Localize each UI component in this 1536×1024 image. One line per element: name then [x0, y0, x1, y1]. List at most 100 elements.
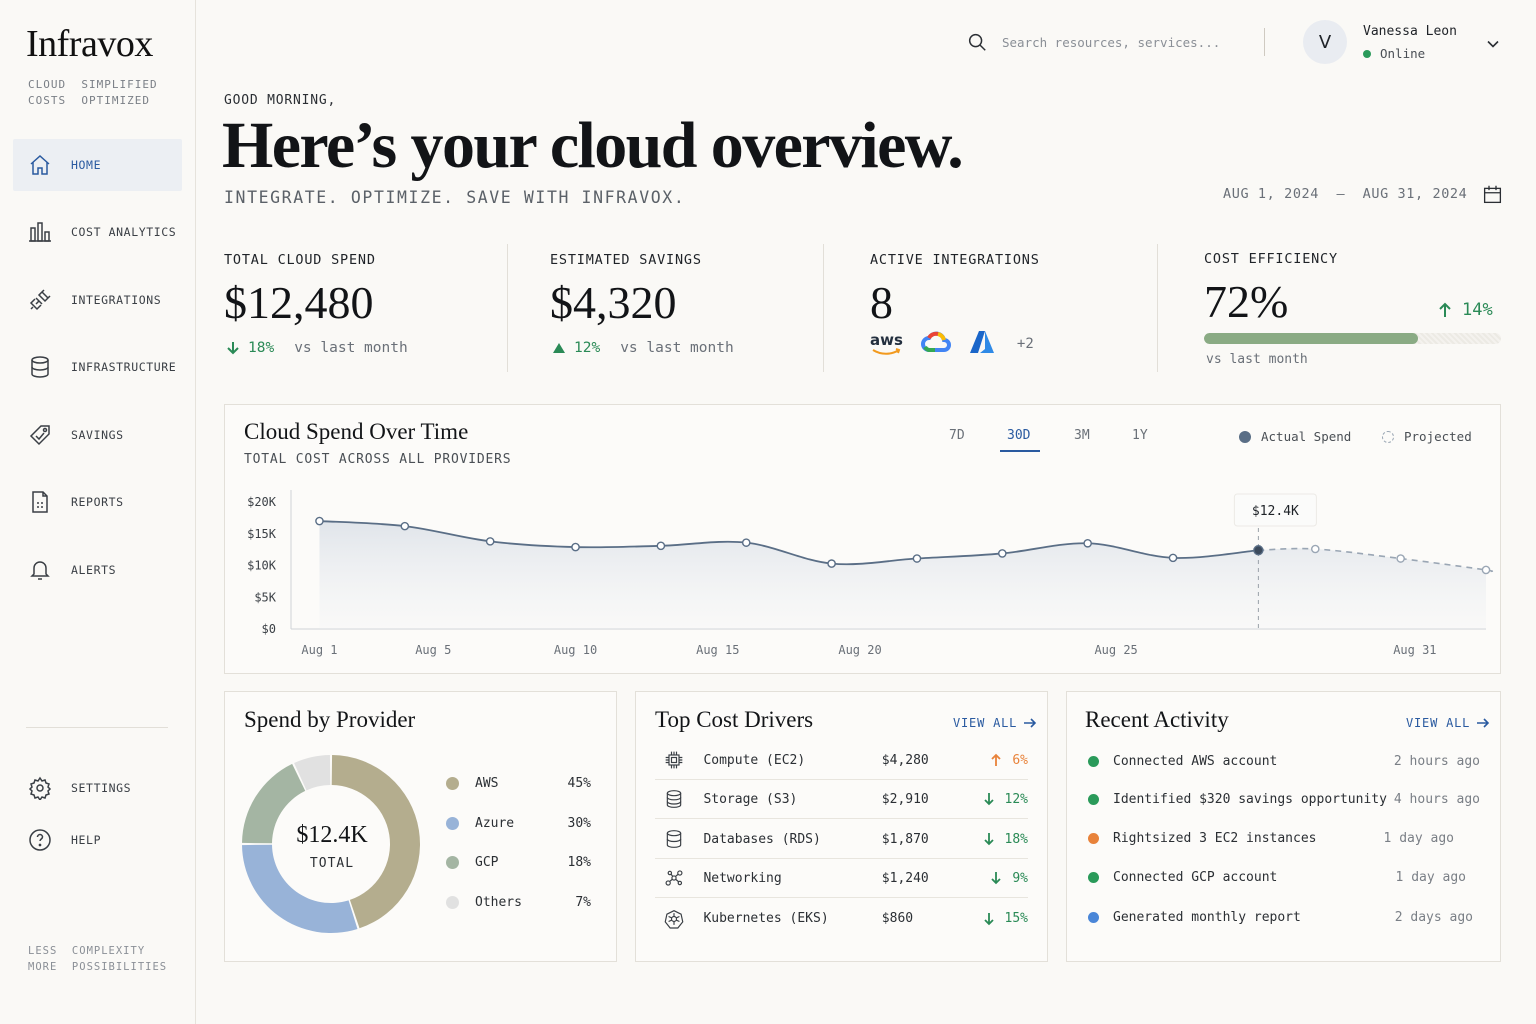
efficiency-progress-fill [1204, 333, 1418, 344]
azure-logo-icon[interactable] [969, 330, 995, 358]
y-tick-label: $10K [247, 559, 277, 573]
view-all-label: VIEW ALL [953, 716, 1018, 730]
search-input[interactable] [1002, 30, 1242, 54]
range-tab-1y[interactable]: 1Y [1132, 428, 1148, 443]
provider-legend-others[interactable]: Others 7% [446, 895, 591, 910]
online-status-dot [1363, 49, 1371, 58]
actual-spend-point [315, 516, 324, 526]
database-icon [27, 354, 53, 380]
kpi-label: ESTIMATED SAVINGS [550, 252, 702, 268]
range-tab-30d[interactable]: 30D [1007, 428, 1030, 443]
cost-driver-delta: 15% [968, 911, 1028, 926]
calendar-icon[interactable] [1482, 184, 1503, 209]
kpi-value: 72% [1204, 276, 1289, 327]
user-name[interactable]: Vanessa Leon [1363, 24, 1457, 39]
legend-actual-spend[interactable]: Actual Spend [1239, 429, 1351, 444]
provider-swatch [446, 896, 459, 909]
provider-legend-aws[interactable]: AWS 45% [446, 776, 591, 791]
cost-driver-cost: $4,280 [881, 752, 929, 768]
range-tab-7d[interactable]: 7D [949, 428, 965, 443]
activity-item[interactable]: Rightsized 3 EC2 instances 1 day ago [1088, 831, 1480, 846]
search-icon[interactable] [966, 31, 988, 57]
kpi-delta-value: 14% [1462, 300, 1493, 320]
y-tick-label: $20K [247, 495, 277, 509]
nav-label: REPORTS [71, 495, 124, 509]
nav-label: ALERTS [71, 563, 117, 577]
legend-actual-swatch [1239, 430, 1251, 443]
cost-driver-delta-value: 6% [1012, 752, 1028, 768]
cost-driver-name: Compute (EC2) [703, 752, 806, 768]
activity-time: 2 hours ago [1393, 754, 1480, 769]
nav-label: HELP [71, 833, 102, 847]
drivers-view-all-link[interactable]: VIEW ALL [953, 716, 1037, 730]
legend-projected-label: Projected [1404, 429, 1472, 444]
donut-center-label: TOTAL [309, 856, 355, 871]
kpi-delta: 12% vs last month [552, 340, 734, 356]
sidebar-divider [26, 727, 168, 728]
chevron-down-icon[interactable] [1486, 36, 1500, 55]
cost-driver-row[interactable]: Compute (EC2) $4,280 6% [655, 741, 1028, 780]
y-tick-label: $15K [247, 527, 277, 541]
legend-projected[interactable]: Projected [1382, 429, 1472, 444]
activity-text: Connected AWS account [1113, 754, 1278, 769]
avatar[interactable]: V [1303, 20, 1347, 64]
more-integrations-count[interactable]: +2 [1017, 336, 1034, 352]
x-tick-label: Aug 20 [838, 643, 881, 657]
activity-item[interactable]: Connected AWS account 2 hours ago [1088, 754, 1480, 769]
activity-status-dot [1088, 833, 1099, 844]
x-tick-label: Aug 10 [554, 643, 597, 657]
provider-swatch [446, 856, 459, 869]
actual-spend-point [571, 542, 580, 552]
arrow-down-icon [983, 833, 994, 846]
actual-spend-point [998, 549, 1007, 558]
kpi-delta-value: 12% [574, 340, 601, 356]
nav-item-infrastructure[interactable]: INFRASTRUCTURE [13, 341, 182, 393]
gcp-logo-icon[interactable] [920, 330, 951, 358]
nav-item-cost-analytics[interactable]: COST ANALYTICS [13, 206, 182, 258]
triangle-up-icon [553, 343, 565, 353]
nav-item-reports[interactable]: REPORTS [13, 476, 182, 528]
cost-driver-row[interactable]: Kubernetes (EKS) $860 15% [655, 899, 1028, 938]
provider-legend-azure[interactable]: Azure 30% [446, 816, 591, 831]
app-logo[interactable]: Infravox [26, 22, 153, 66]
aws-logo-icon[interactable]: aws [870, 333, 903, 355]
cost-driver-row[interactable]: Storage (S3) $2,910 12% [655, 780, 1028, 819]
provider-swatch [446, 777, 459, 790]
legend-actual-label: Actual Spend [1261, 429, 1352, 444]
cost-driver-row[interactable]: Networking $1,240 9% [655, 859, 1028, 898]
kpi-estimated-savings: ESTIMATED SAVINGS $4,320 12% vs last mon… [550, 242, 810, 372]
nav-item-integrations[interactable]: INTEGRATIONS [13, 274, 182, 326]
kpi-label: COST EFFICIENCY [1204, 251, 1338, 267]
cost-driver-row[interactable]: Databases (RDS) $1,870 18% [655, 820, 1028, 859]
spend-line-chart: $20K $15K $10K $5K $0 Aug 1 Aug 5 Aug 10 Aug 15 A… [247, 490, 1494, 657]
provider-legend-gcp[interactable]: GCP 18% [446, 855, 591, 870]
nav-item-help[interactable]: HELP [13, 814, 182, 866]
cost-driver-delta-value: 12% [1004, 791, 1028, 807]
nav-item-home[interactable]: HOME [13, 139, 182, 191]
nav-item-savings[interactable]: SAVINGS [13, 409, 182, 461]
kpi-total-spend: TOTAL CLOUD SPEND $12,480 18% vs last mo… [224, 242, 494, 372]
activity-item[interactable]: Identified $320 savings opportunity 4 ho… [1088, 792, 1480, 807]
cost-driver-cost: $2,910 [881, 791, 929, 807]
activity-item[interactable]: Connected GCP account 1 day ago [1088, 870, 1480, 885]
activity-text: Connected GCP account [1113, 870, 1278, 885]
kpi-value: $12,480 [224, 277, 374, 328]
activity-status-dot [1088, 756, 1099, 767]
kpi-delta-caption: vs last month [294, 340, 408, 356]
chart-subtitle: TOTAL COST ACROSS ALL PROVIDERS [244, 452, 512, 467]
app-tagline: CLOUD SIMPLIFIED COSTS OPTIMIZED [28, 78, 158, 107]
nav-item-alerts[interactable]: ALERTS [13, 544, 182, 596]
range-tab-3m[interactable]: 3M [1074, 428, 1090, 443]
kpi-cost-efficiency: COST EFFICIENCY 72% 14% vs last month [1204, 242, 1504, 372]
projected-spend-point [1310, 544, 1320, 554]
kpi-divider [507, 244, 508, 372]
activity-view-all-link[interactable]: VIEW ALL [1406, 716, 1490, 730]
nav-item-settings[interactable]: SETTINGS [13, 762, 182, 814]
kpi-delta-caption: vs last month [1206, 352, 1308, 367]
cost-driver-delta: 18% [968, 832, 1028, 847]
x-tick-label: Aug 15 [696, 643, 739, 657]
provider-pct: 7% [575, 895, 591, 910]
date-range[interactable]: AUG 1, 2024 — AUG 31, 2024 [1223, 186, 1467, 202]
activity-item[interactable]: Generated monthly report 2 days ago [1088, 910, 1480, 925]
efficiency-progress-bar [1204, 333, 1501, 344]
